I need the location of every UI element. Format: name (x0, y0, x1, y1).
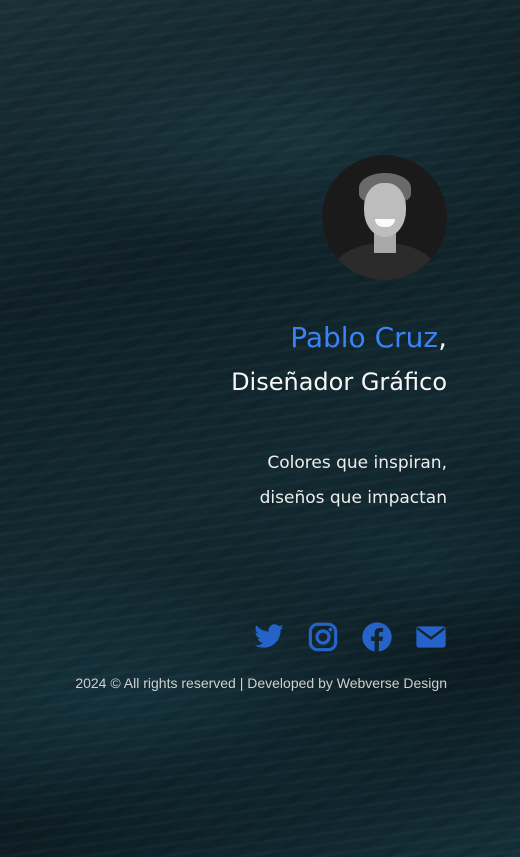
avatar (322, 155, 447, 280)
instagram-icon[interactable] (307, 621, 339, 653)
tagline: Colores que inspiran, diseños que impact… (260, 446, 447, 516)
social-links (253, 621, 447, 653)
name-heading: Pablo Cruz, (290, 320, 447, 356)
name-comma: , (438, 321, 447, 354)
role-title: Diseñador Gráfico (231, 368, 447, 396)
person-name: Pablo Cruz (290, 321, 439, 354)
footer-credit: 2024 © All rights reserved | Developed b… (75, 675, 447, 691)
hero-content: Pablo Cruz, Diseñador Gráfico Colores qu… (47, 155, 447, 691)
facebook-icon[interactable] (361, 621, 393, 653)
email-icon[interactable] (415, 621, 447, 653)
tagline-line-2: diseños que impactan (259, 488, 447, 508)
twitter-icon[interactable] (253, 621, 285, 653)
tagline-line-1: Colores que inspiran, (267, 453, 447, 473)
